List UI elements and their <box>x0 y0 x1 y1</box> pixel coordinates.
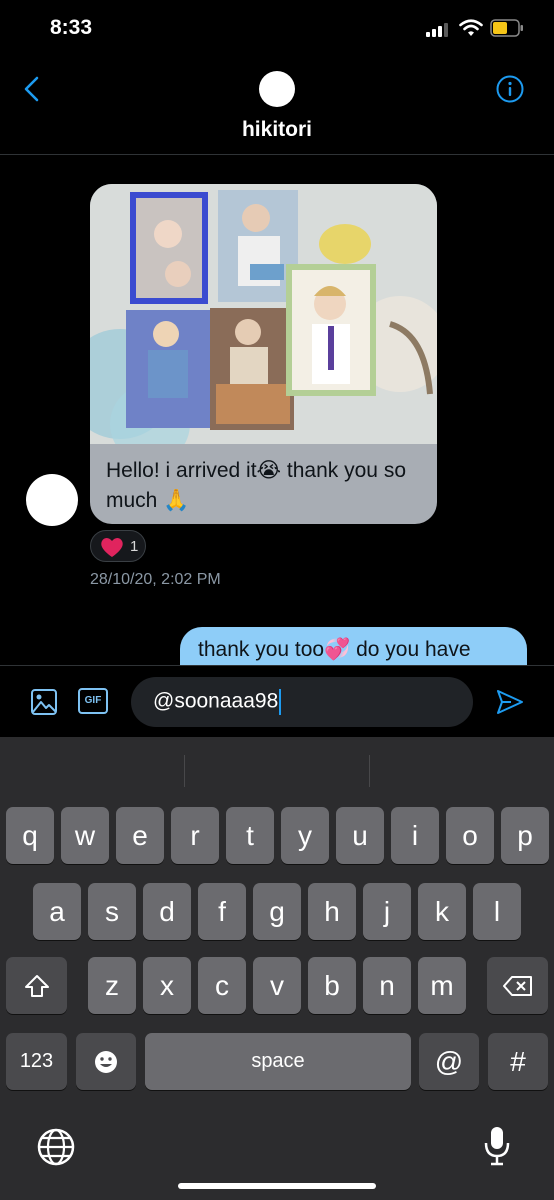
emoji-icon <box>95 1050 117 1073</box>
message-photo[interactable] <box>90 184 437 444</box>
header-divider <box>0 154 554 155</box>
message-input[interactable]: @soonaaa98 <box>131 677 473 727</box>
key-n[interactable]: n <box>363 957 411 1014</box>
message-timestamp: 28/10/20, 2:02 PM <box>90 571 221 588</box>
key-z[interactable]: z <box>88 957 136 1014</box>
status-time: 8:33 <box>50 16 93 39</box>
battery-icon <box>490 19 523 37</box>
sender-avatar[interactable] <box>26 474 78 526</box>
key-y[interactable]: y <box>281 807 329 864</box>
numbers-key[interactable]: 123 <box>6 1033 67 1090</box>
key-a[interactable]: a <box>33 883 81 940</box>
key-o[interactable]: o <box>446 807 494 864</box>
info-icon[interactable] <box>496 75 524 103</box>
image-icon[interactable] <box>30 688 58 716</box>
heart-reaction[interactable]: 1 <box>90 530 146 562</box>
delete-key[interactable] <box>487 957 548 1014</box>
cellular-signal-icon <box>426 22 450 37</box>
at-key[interactable]: @ <box>419 1033 479 1090</box>
incoming-message-text: Hello! i arrived it😭 thank you so much 🙏 <box>106 459 406 512</box>
conversation-title[interactable]: hikitori <box>0 118 554 142</box>
message-input-value: @soonaaa98 <box>153 689 279 713</box>
back-chevron-icon[interactable] <box>22 76 42 102</box>
key-l[interactable]: l <box>473 883 521 940</box>
home-indicator <box>178 1183 376 1189</box>
key-q[interactable]: q <box>6 807 54 864</box>
wifi-icon <box>459 19 483 36</box>
text-caret <box>279 689 282 715</box>
key-f[interactable]: f <box>198 883 246 940</box>
key-w[interactable]: w <box>61 807 109 864</box>
key-p[interactable]: p <box>501 807 549 864</box>
outgoing-message-text: thank you too💞 do you have <box>198 638 471 661</box>
emoji-key[interactable] <box>76 1033 136 1090</box>
key-s[interactable]: s <box>88 883 136 940</box>
key-j[interactable]: j <box>363 883 411 940</box>
send-icon[interactable] <box>495 688 525 716</box>
backspace-icon <box>502 975 532 996</box>
key-x[interactable]: x <box>143 957 191 1014</box>
key-m[interactable]: m <box>418 957 466 1014</box>
key-v[interactable]: v <box>253 957 301 1014</box>
microphone-icon[interactable] <box>482 1125 512 1167</box>
keyboard: qwertyuiop asdfghjkl zxcvbnm 123 space @… <box>0 737 554 1200</box>
key-k[interactable]: k <box>418 883 466 940</box>
globe-icon[interactable] <box>36 1127 76 1167</box>
key-h[interactable]: h <box>308 883 356 940</box>
shift-icon <box>24 974 49 997</box>
key-b[interactable]: b <box>308 957 356 1014</box>
space-key[interactable]: space <box>145 1033 411 1090</box>
key-t[interactable]: t <box>226 807 274 864</box>
key-e[interactable]: e <box>116 807 164 864</box>
key-d[interactable]: d <box>143 883 191 940</box>
suggestion-divider <box>184 755 185 787</box>
gif-button[interactable]: GIF <box>78 688 108 714</box>
key-i[interactable]: i <box>391 807 439 864</box>
shift-key[interactable] <box>6 957 67 1014</box>
incoming-message-bubble[interactable]: Hello! i arrived it😭 thank you so much 🙏 <box>90 184 437 524</box>
key-c[interactable]: c <box>198 957 246 1014</box>
suggestion-divider <box>369 755 370 787</box>
heart-icon <box>101 538 123 557</box>
conversation-avatar[interactable] <box>259 71 295 107</box>
reaction-count: 1 <box>130 538 139 555</box>
hash-key[interactable]: # <box>488 1033 548 1090</box>
key-u[interactable]: u <box>336 807 384 864</box>
key-r[interactable]: r <box>171 807 219 864</box>
key-g[interactable]: g <box>253 883 301 940</box>
